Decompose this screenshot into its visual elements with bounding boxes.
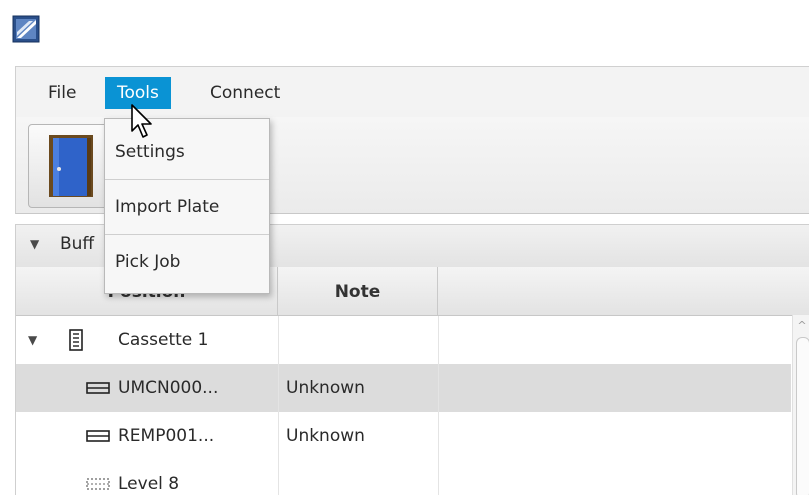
vertical-scrollbar[interactable]: ^ bbox=[792, 315, 809, 495]
menu-item-import-plate[interactable]: Import Plate bbox=[105, 180, 269, 234]
column-divider bbox=[278, 460, 279, 495]
plate-icon bbox=[86, 382, 110, 394]
column-divider bbox=[278, 412, 279, 460]
expand-arrow-icon[interactable]: ▼ bbox=[30, 237, 39, 251]
expand-arrow-icon[interactable]: ▼ bbox=[28, 316, 37, 364]
column-divider bbox=[438, 364, 439, 412]
column-header-empty bbox=[438, 267, 809, 315]
menu-connect[interactable]: Connect bbox=[200, 77, 290, 109]
door-icon bbox=[49, 135, 93, 197]
cell-position: Cassette 1 bbox=[118, 330, 209, 350]
scrollbar-thumb[interactable] bbox=[796, 337, 809, 495]
pane-title: Buff bbox=[60, 234, 95, 254]
cell-position: REMP001... bbox=[118, 426, 215, 446]
table-row[interactable]: REMP001... Unknown bbox=[16, 412, 791, 460]
column-divider bbox=[278, 364, 279, 412]
menu-item-pick-job[interactable]: Pick Job bbox=[105, 235, 269, 289]
mouse-pointer-icon bbox=[131, 104, 152, 138]
tools-dropdown-menu: Settings Import Plate Pick Job bbox=[104, 118, 270, 294]
cell-position: Level 8 bbox=[118, 474, 180, 494]
plate-icon bbox=[86, 430, 110, 442]
cell-position: UMCN000... bbox=[118, 378, 219, 398]
app-logo-icon bbox=[12, 15, 40, 43]
scroll-up-arrow-icon[interactable]: ^ bbox=[793, 319, 809, 333]
column-divider bbox=[438, 412, 439, 460]
table-row[interactable]: UMCN000... Unknown bbox=[16, 364, 791, 412]
menu-file[interactable]: File bbox=[38, 77, 86, 109]
table-row[interactable]: ▼ Cassette 1 bbox=[16, 316, 791, 364]
cell-note: Unknown bbox=[286, 378, 365, 398]
position-table: Position Note ▼ Cassette 1 UMCN000... Un… bbox=[15, 267, 809, 495]
door-button[interactable] bbox=[28, 124, 114, 208]
cassette-icon bbox=[69, 329, 83, 351]
column-header-note[interactable]: Note bbox=[278, 267, 438, 315]
empty-level-icon bbox=[86, 478, 110, 490]
column-divider bbox=[438, 460, 439, 495]
window-titlebar bbox=[0, 0, 809, 62]
cell-note: Unknown bbox=[286, 426, 365, 446]
column-divider bbox=[438, 316, 439, 364]
table-row[interactable]: Level 8 bbox=[16, 460, 791, 495]
column-divider bbox=[278, 316, 279, 364]
